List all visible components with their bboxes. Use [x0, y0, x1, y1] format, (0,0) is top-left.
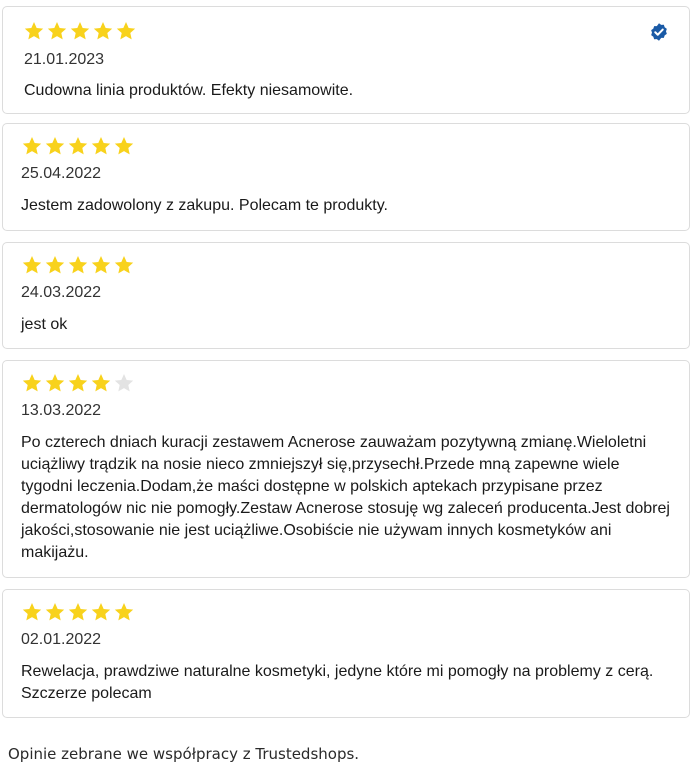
star-filled-icon [46, 20, 68, 42]
star-filled-icon [67, 254, 89, 276]
star-filled-icon [67, 372, 89, 394]
review-card: 21.01.2023 Cudowna linia produktów. Efek… [2, 6, 690, 114]
review-card: 13.03.2022 Po czterech dniach kuracji ze… [2, 360, 690, 578]
review-text: Po czterech dniach kuracji zestawem Acne… [21, 434, 670, 561]
review-card: 02.01.2022 Rewelacja, prawdziwe naturaln… [2, 589, 690, 718]
star-filled-icon [113, 254, 135, 276]
review-card: 25.04.2022 Jestem zadowolony z zakupu. P… [2, 123, 690, 231]
review-date: 25.04.2022 [21, 165, 102, 182]
review-date: 24.03.2022 [21, 284, 102, 301]
review-card: 24.03.2022 jest ok [2, 242, 690, 349]
star-empty-icon [113, 372, 135, 394]
star-filled-icon [90, 372, 112, 394]
star-filled-icon [21, 601, 43, 623]
star-rating [21, 372, 135, 394]
verified-badge-icon [649, 22, 669, 42]
star-filled-icon [90, 601, 112, 623]
star-rating [21, 601, 135, 623]
star-filled-icon [115, 20, 137, 42]
star-filled-icon [44, 135, 66, 157]
star-filled-icon [23, 20, 45, 42]
star-filled-icon [113, 135, 135, 157]
star-filled-icon [113, 601, 135, 623]
star-rating [23, 20, 137, 42]
review-text: Cudowna linia produktów. Efekty niesamow… [24, 82, 354, 99]
review-date: 02.01.2022 [21, 631, 102, 648]
star-filled-icon [44, 372, 66, 394]
review-date: 21.01.2023 [24, 51, 105, 68]
review-text: Jestem zadowolony z zakupu. Polecam te p… [21, 197, 388, 214]
review-text: Rewelacja, prawdziwe naturalne kosmetyki… [21, 663, 654, 702]
star-filled-icon [67, 135, 89, 157]
review-date: 13.03.2022 [21, 402, 102, 419]
star-filled-icon [21, 372, 43, 394]
star-filled-icon [44, 601, 66, 623]
star-filled-icon [92, 20, 114, 42]
review-text: jest ok [21, 316, 68, 333]
star-rating [21, 135, 135, 157]
footer-note: Opinie zebrane we współpracy z Trustedsh… [8, 745, 360, 763]
star-filled-icon [21, 254, 43, 276]
star-filled-icon [21, 135, 43, 157]
star-filled-icon [90, 254, 112, 276]
star-filled-icon [69, 20, 91, 42]
star-rating [21, 254, 135, 276]
star-filled-icon [90, 135, 112, 157]
star-filled-icon [44, 254, 66, 276]
star-filled-icon [67, 601, 89, 623]
